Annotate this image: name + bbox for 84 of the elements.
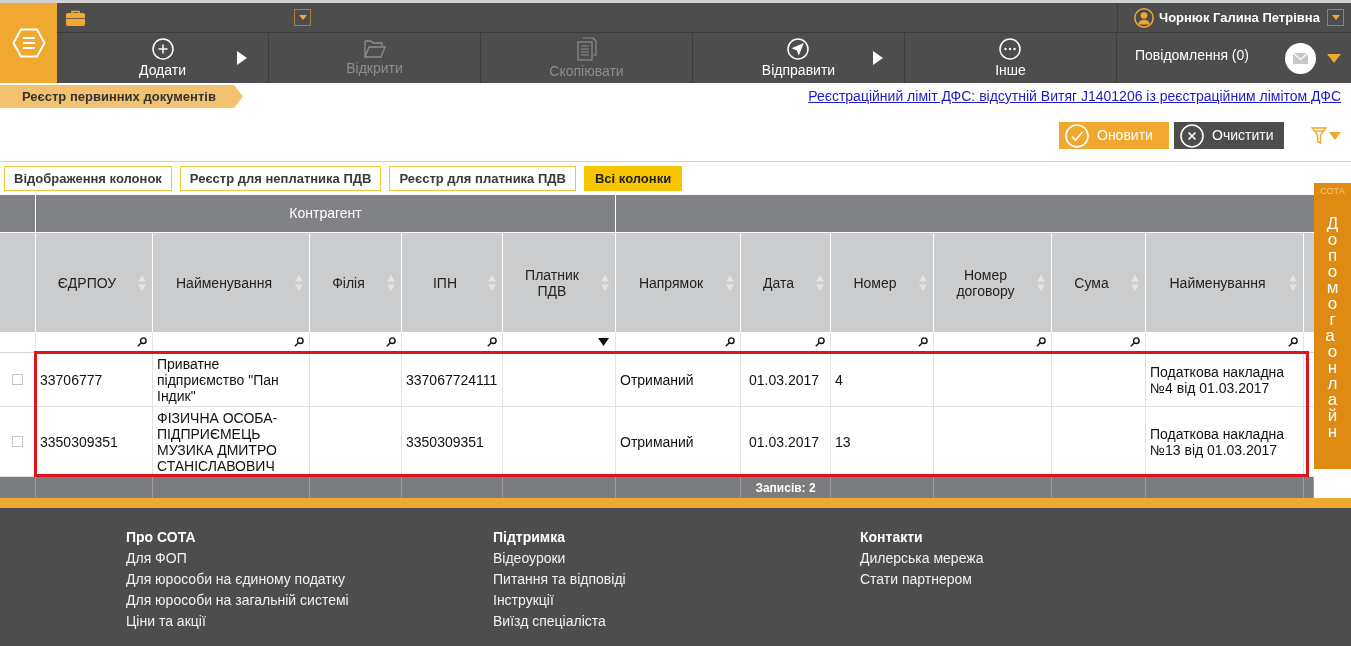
search-icon <box>294 337 304 347</box>
footer-heading: Про СОТА <box>126 528 197 547</box>
row-checkbox[interactable] <box>12 374 23 385</box>
user-avatar-icon <box>1134 7 1154 28</box>
paper-plane-circle-icon <box>787 37 810 60</box>
table-cell-text: Податкова накладна №4 від 01.03.2017 <box>1150 364 1286 396</box>
envelope-icon[interactable] <box>1285 42 1316 74</box>
footer-link[interactable]: Стати партнером <box>860 569 972 590</box>
footer-link[interactable]: Ціни та акції <box>126 611 206 632</box>
dropdown-button[interactable] <box>1327 9 1344 26</box>
filter-icon <box>1311 126 1327 145</box>
footer-link[interactable]: Для ФОП <box>126 548 187 569</box>
footer-link[interactable]: Для юрособи на загальній системі <box>126 590 349 611</box>
search-icon <box>386 337 396 347</box>
caret-down-icon <box>298 15 307 20</box>
column-group-header: Контрагент <box>289 204 362 223</box>
sort-icon <box>919 274 927 291</box>
footer-heading: Контакти <box>860 528 924 547</box>
documents-icon <box>576 36 597 61</box>
user-name[interactable]: Чорнюк Галина Петрівна <box>1159 7 1320 28</box>
table-cell-text: ФІЗИЧНА ОСОБА-ПІДПРИЄМЕЦЬ МУЗИКА ДМИТРО СТАНІСЛАВОВИЧ <box>157 410 279 474</box>
search-icon <box>137 337 147 347</box>
footer-link[interactable]: Відеоуроки <box>493 548 566 569</box>
table-cell: 01.03.2017 <box>749 372 820 388</box>
search-icon <box>1288 337 1298 347</box>
folder-icon <box>363 39 386 58</box>
sort-icon <box>387 274 395 291</box>
view-tab[interactable]: Реєстр для платника ПДВ <box>389 166 576 191</box>
footer-heading: Підтримка <box>493 528 566 547</box>
briefcase-icon[interactable] <box>66 9 85 26</box>
sort-icon <box>295 274 303 291</box>
records-count: Записів: 2 <box>755 479 816 497</box>
sort-icon <box>816 274 824 291</box>
table-cell: Отриманий <box>620 434 694 450</box>
notice-link[interactable]: Реєстраційний ліміт ДФС: відсутній Витяг J1401206 із реєстраційним лімітом ДФС <box>808 86 1341 107</box>
table-cell: 337067724111 <box>406 372 498 388</box>
table-cell: 4 <box>835 372 843 388</box>
caret-down-icon <box>1331 15 1340 20</box>
sort-icon <box>1289 274 1297 291</box>
footer-link[interactable]: Інструкції <box>493 590 554 611</box>
logo: СОТА <box>1320 186 1345 196</box>
dropdown-button[interactable] <box>294 9 311 26</box>
view-tab[interactable]: Відображення колонок <box>4 166 172 191</box>
footer-link[interactable]: Для юрособи на єдиному податку <box>126 569 345 590</box>
search-icon <box>1036 337 1046 347</box>
table-cell: Отриманий <box>620 372 694 388</box>
table-cell: 01.03.2017 <box>749 434 820 450</box>
toolbar-button[interactable]: Інше <box>905 33 1117 83</box>
sort-icon <box>1131 274 1139 291</box>
search-icon <box>918 337 928 347</box>
caret-down-icon <box>598 338 609 346</box>
breadcrumb-tab[interactable]: Реєстр первинних документів <box>0 85 243 108</box>
action-button[interactable]: Очистити <box>1174 122 1284 149</box>
hexagon-menu-icon <box>11 28 46 58</box>
sort-icon <box>488 274 496 291</box>
row-checkbox[interactable] <box>12 436 23 447</box>
table-cell: 3350309351 <box>406 434 484 450</box>
check-circle-icon <box>1065 123 1089 148</box>
table-cell: 13 <box>835 434 851 450</box>
table-cell: 3350309351 <box>40 434 118 450</box>
toolbar-button[interactable]: Додати <box>57 33 269 83</box>
close-circle-icon <box>1180 123 1204 148</box>
messages-link[interactable]: Повідомлення (0) <box>1135 45 1249 66</box>
sort-icon <box>1037 274 1045 291</box>
toolbar-button[interactable]: Відправити <box>693 33 905 83</box>
sort-icon <box>601 274 609 291</box>
footer-link[interactable]: Виїзд спеціаліста <box>493 611 606 632</box>
search-icon <box>815 337 825 347</box>
view-tab[interactable]: Реєстр для неплатника ПДВ <box>179 166 382 191</box>
sort-icon <box>726 274 734 291</box>
table-cell: 33706777 <box>40 372 103 388</box>
sort-icon <box>138 274 146 291</box>
search-icon <box>487 337 497 347</box>
footer-link[interactable]: Питання та відповіді <box>493 569 626 590</box>
plus-circle-icon <box>151 37 174 60</box>
caret-down-icon[interactable] <box>1327 53 1341 63</box>
table-cell-text: Приватне підприємство "Пан Індик" <box>157 356 280 404</box>
search-icon <box>1130 337 1140 347</box>
caret-down-icon <box>1329 131 1341 140</box>
table-cell-text: Податкова накладна №13 від 01.03.2017 <box>1150 426 1286 458</box>
ellipsis-circle-icon <box>999 37 1022 60</box>
footer-link[interactable]: Дилерська мережа <box>860 548 984 569</box>
view-tab[interactable]: Всі колонки <box>583 166 683 191</box>
search-icon <box>725 337 735 347</box>
